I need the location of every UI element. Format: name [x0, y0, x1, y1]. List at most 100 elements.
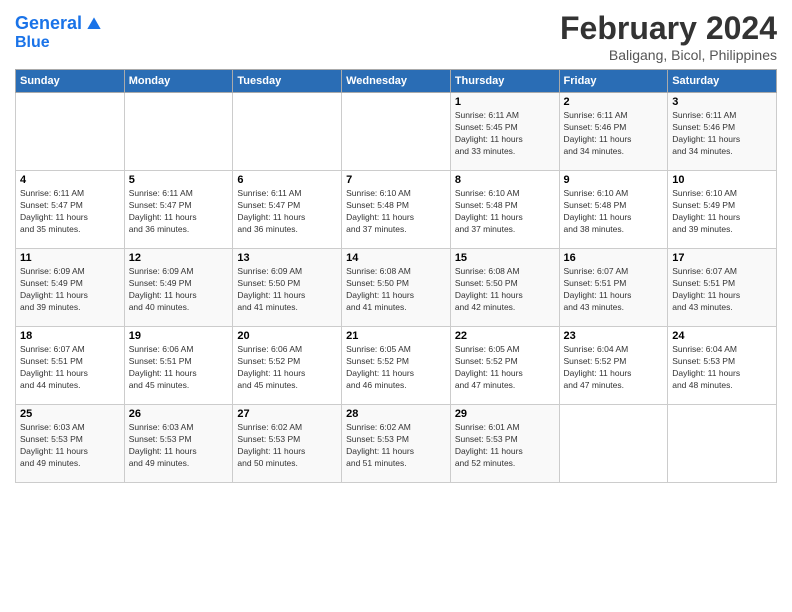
day-info: Sunrise: 6:11 AMSunset: 5:47 PMDaylight:… [20, 188, 120, 236]
logo-icon [84, 14, 104, 34]
day-cell: 4 Sunrise: 6:11 AMSunset: 5:47 PMDaylight… [16, 171, 125, 249]
day-number: 15 [455, 252, 555, 264]
day-number: 16 [564, 252, 664, 264]
day-number: 9 [564, 174, 664, 186]
day-cell: 15 Sunrise: 6:08 AMSunset: 5:50 PMDayligh… [450, 249, 559, 327]
day-number: 19 [129, 330, 229, 342]
day-cell: 1 Sunrise: 6:11 AMSunset: 5:45 PMDaylight… [450, 93, 559, 171]
week-row-4: 25 Sunrise: 6:03 AMSunset: 5:53 PMDayligh… [16, 405, 777, 483]
day-cell: 28Sunrise: 6:02 AMSunset: 5:53 PMDayligh… [342, 405, 451, 483]
day-info: Sunrise: 6:11 AMSunset: 5:46 PMDaylight:… [672, 110, 772, 158]
day-cell: 17Sunrise: 6:07 AMSunset: 5:51 PMDayligh… [668, 249, 777, 327]
day-number: 18 [20, 330, 120, 342]
day-number: 8 [455, 174, 555, 186]
logo: General Blue [15, 14, 104, 52]
day-info: Sunrise: 6:04 AMSunset: 5:53 PMDaylight:… [672, 344, 772, 392]
title-block: February 2024 Baligang, Bicol, Philippin… [560, 10, 777, 63]
day-info: Sunrise: 6:11 AMSunset: 5:45 PMDaylight:… [455, 110, 555, 158]
day-number: 3 [672, 96, 772, 108]
day-cell: 22 Sunrise: 6:05 AMSunset: 5:52 PMDayligh… [450, 327, 559, 405]
day-number: 26 [129, 408, 229, 420]
col-monday: Monday [124, 70, 233, 93]
day-info: Sunrise: 6:11 AMSunset: 5:47 PMDaylight:… [129, 188, 229, 236]
day-info: Sunrise: 6:08 AMSunset: 5:50 PMDaylight:… [455, 266, 555, 314]
day-info: Sunrise: 6:08 AMSunset: 5:50 PMDaylight:… [346, 266, 446, 314]
day-info: Sunrise: 6:06 AMSunset: 5:51 PMDaylight:… [129, 344, 229, 392]
day-info: Sunrise: 6:10 AMSunset: 5:48 PMDaylight:… [346, 188, 446, 236]
day-cell: 19 Sunrise: 6:06 AMSunset: 5:51 PMDayligh… [124, 327, 233, 405]
day-cell: 9 Sunrise: 6:10 AMSunset: 5:48 PMDaylight… [559, 171, 668, 249]
subtitle: Baligang, Bicol, Philippines [560, 47, 777, 63]
day-info: Sunrise: 6:11 AMSunset: 5:47 PMDaylight:… [237, 188, 337, 236]
col-tuesday: Tuesday [233, 70, 342, 93]
col-friday: Friday [559, 70, 668, 93]
day-info: Sunrise: 6:07 AMSunset: 5:51 PMDaylight:… [564, 266, 664, 314]
day-cell: 11Sunrise: 6:09 AMSunset: 5:49 PMDayligh… [16, 249, 125, 327]
day-cell: 12 Sunrise: 6:09 AMSunset: 5:49 PMDayligh… [124, 249, 233, 327]
page: General Blue February 2024 Baligang, Bic… [0, 0, 792, 612]
col-wednesday: Wednesday [342, 70, 451, 93]
week-row-1: 4 Sunrise: 6:11 AMSunset: 5:47 PMDaylight… [16, 171, 777, 249]
day-number: 4 [20, 174, 120, 186]
day-info: Sunrise: 6:05 AMSunset: 5:52 PMDaylight:… [346, 344, 446, 392]
calendar-table: Sunday Monday Tuesday Wednesday Thursday… [15, 69, 777, 483]
day-cell: 7 Sunrise: 6:10 AMSunset: 5:48 PMDaylight… [342, 171, 451, 249]
day-cell: 3 Sunrise: 6:11 AMSunset: 5:46 PMDaylight… [668, 93, 777, 171]
col-sunday: Sunday [16, 70, 125, 93]
day-cell [233, 93, 342, 171]
week-row-3: 18 Sunrise: 6:07 AMSunset: 5:51 PMDayligh… [16, 327, 777, 405]
day-info: Sunrise: 6:11 AMSunset: 5:46 PMDaylight:… [564, 110, 664, 158]
day-number: 6 [237, 174, 337, 186]
day-info: Sunrise: 6:05 AMSunset: 5:52 PMDaylight:… [455, 344, 555, 392]
day-cell: 2 Sunrise: 6:11 AMSunset: 5:46 PMDaylight… [559, 93, 668, 171]
main-title: February 2024 [560, 10, 777, 47]
day-cell: 23 Sunrise: 6:04 AMSunset: 5:52 PMDayligh… [559, 327, 668, 405]
day-number: 10 [672, 174, 772, 186]
day-cell: 29Sunrise: 6:01 AMSunset: 5:53 PMDayligh… [450, 405, 559, 483]
day-info: Sunrise: 6:03 AMSunset: 5:53 PMDaylight:… [20, 422, 120, 470]
day-cell: 14 Sunrise: 6:08 AMSunset: 5:50 PMDayligh… [342, 249, 451, 327]
day-number: 21 [346, 330, 446, 342]
day-cell: 20 Sunrise: 6:06 AMSunset: 5:52 PMDayligh… [233, 327, 342, 405]
day-cell: 27Sunrise: 6:02 AMSunset: 5:53 PMDayligh… [233, 405, 342, 483]
day-info: Sunrise: 6:07 AMSunset: 5:51 PMDaylight:… [672, 266, 772, 314]
day-cell [124, 93, 233, 171]
day-cell: 24 Sunrise: 6:04 AMSunset: 5:53 PMDayligh… [668, 327, 777, 405]
logo-text2: Blue [15, 34, 104, 52]
day-number: 5 [129, 174, 229, 186]
day-info: Sunrise: 6:02 AMSunset: 5:53 PMDaylight:… [237, 422, 337, 470]
day-info: Sunrise: 6:06 AMSunset: 5:52 PMDaylight:… [237, 344, 337, 392]
col-saturday: Saturday [668, 70, 777, 93]
day-cell [16, 93, 125, 171]
day-number: 22 [455, 330, 555, 342]
day-number: 1 [455, 96, 555, 108]
day-number: 29 [455, 408, 555, 420]
day-info: Sunrise: 6:10 AMSunset: 5:48 PMDaylight:… [455, 188, 555, 236]
day-cell [559, 405, 668, 483]
day-number: 24 [672, 330, 772, 342]
day-cell: 18 Sunrise: 6:07 AMSunset: 5:51 PMDayligh… [16, 327, 125, 405]
day-cell: 10 Sunrise: 6:10 AMSunset: 5:49 PMDayligh… [668, 171, 777, 249]
day-info: Sunrise: 6:09 AMSunset: 5:49 PMDaylight:… [129, 266, 229, 314]
day-cell: 6 Sunrise: 6:11 AMSunset: 5:47 PMDaylight… [233, 171, 342, 249]
col-thursday: Thursday [450, 70, 559, 93]
day-number: 14 [346, 252, 446, 264]
day-number: 13 [237, 252, 337, 264]
day-number: 20 [237, 330, 337, 342]
day-info: Sunrise: 6:10 AMSunset: 5:48 PMDaylight:… [564, 188, 664, 236]
day-cell: 26Sunrise: 6:03 AMSunset: 5:53 PMDayligh… [124, 405, 233, 483]
day-info: Sunrise: 6:10 AMSunset: 5:49 PMDaylight:… [672, 188, 772, 236]
day-info: Sunrise: 6:09 AMSunset: 5:49 PMDaylight:… [20, 266, 120, 314]
day-number: 25 [20, 408, 120, 420]
logo-text: General [15, 14, 82, 34]
week-row-2: 11Sunrise: 6:09 AMSunset: 5:49 PMDayligh… [16, 249, 777, 327]
day-number: 2 [564, 96, 664, 108]
week-row-0: 1 Sunrise: 6:11 AMSunset: 5:45 PMDaylight… [16, 93, 777, 171]
day-number: 23 [564, 330, 664, 342]
day-info: Sunrise: 6:04 AMSunset: 5:52 PMDaylight:… [564, 344, 664, 392]
day-info: Sunrise: 6:07 AMSunset: 5:51 PMDaylight:… [20, 344, 120, 392]
day-number: 12 [129, 252, 229, 264]
day-cell: 5 Sunrise: 6:11 AMSunset: 5:47 PMDaylight… [124, 171, 233, 249]
day-cell: 25 Sunrise: 6:03 AMSunset: 5:53 PMDayligh… [16, 405, 125, 483]
day-number: 7 [346, 174, 446, 186]
